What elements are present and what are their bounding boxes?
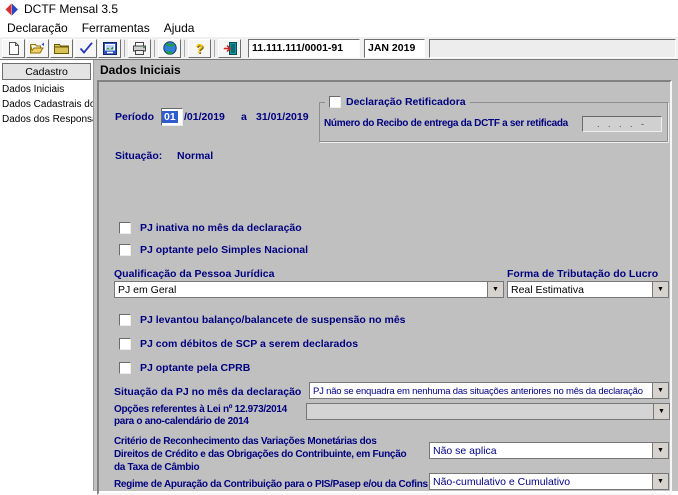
new-document-icon (8, 42, 20, 55)
recibo-field: . . . . - (582, 116, 662, 132)
situacao-label: Situação: (115, 150, 162, 162)
situacao-pj-combo[interactable]: PJ não se enquadra em nenhuma das situaç… (309, 382, 669, 399)
toolbar-separator (214, 40, 215, 57)
print-button[interactable] (128, 39, 151, 58)
criterio-label-line1: Critério de Reconhecimento das Variações… (114, 436, 376, 447)
toolbar-separator (184, 40, 185, 57)
internet-button[interactable] (158, 39, 181, 58)
sidebar-header-cadastro[interactable]: Cadastro (2, 63, 91, 80)
menu-declaracao[interactable]: Declaração (0, 19, 75, 37)
open-folder-icon (30, 42, 45, 54)
chevron-down-icon[interactable]: ▼ (652, 474, 668, 489)
forma-tributacao-value: Real Estimativa (508, 282, 652, 297)
new-declaration-button[interactable] (2, 39, 25, 58)
periodo-to-label: a (241, 111, 247, 123)
pj-scp-checkbox[interactable] (119, 338, 131, 350)
sidebar-item-dados-iniciais[interactable]: Dados Iniciais (0, 83, 93, 98)
chevron-down-icon[interactable]: ▼ (653, 404, 669, 419)
regime-label: Regime de Apuração da Contribuição para … (114, 479, 428, 490)
criterio-label-line2: Direitos de Crédito e das Obrigações do … (114, 449, 406, 460)
forma-tributacao-combo[interactable]: Real Estimativa ▼ (507, 281, 669, 298)
periodo-day-input[interactable]: 01 (161, 108, 183, 126)
app-logo-icon (5, 3, 18, 16)
chevron-down-icon[interactable]: ▼ (652, 282, 668, 297)
pj-inativa-label: PJ inativa no mês da declaração (140, 222, 302, 234)
pj-balanco-label: PJ levantou balanço/balancete de suspens… (140, 314, 406, 326)
app-window: DCTF Mensal 3.5 Declaração Ferramentas A… (0, 0, 678, 491)
criterio-value: Não se aplica (430, 443, 652, 458)
menu-ajuda[interactable]: Ajuda (157, 19, 202, 37)
exit-door-icon (223, 42, 237, 55)
toolbar: ? 11.111.111/0001-91 JAN 2019 (0, 37, 678, 60)
transmit-button[interactable] (98, 39, 121, 58)
chevron-down-icon[interactable]: ▼ (487, 282, 503, 297)
pj-cprb-checkbox[interactable] (119, 362, 131, 374)
globe-icon (163, 41, 177, 55)
printer-icon (132, 42, 147, 55)
menubar: Declaração Ferramentas Ajuda (0, 18, 678, 37)
criterio-combo[interactable]: Não se aplica ▼ (429, 442, 669, 459)
exit-button[interactable] (218, 39, 241, 58)
sidebar: Cadastro Dados Iniciais Dados Cadastrais… (0, 60, 94, 491)
checkmark-icon (79, 42, 93, 54)
retificadora-groupbox: Declaração Retificadora Número do Recibo… (319, 102, 668, 142)
pj-scp-label: PJ com débitos de SCP a serem declarados (140, 338, 358, 350)
situacao-pj-label: Situação da PJ no mês da declaração (114, 386, 301, 398)
window-title: DCTF Mensal 3.5 (24, 2, 118, 16)
page-title: Dados Iniciais (100, 63, 181, 77)
opcoes-lei-label-line1: Opções referentes à Lei nº 12.973/2014 (114, 404, 287, 415)
retificadora-title: Declaração Retificadora (325, 96, 470, 108)
toolbar-separator (124, 40, 125, 57)
sidebar-item-dados-cadastrais[interactable]: Dados Cadastrais do E (0, 98, 93, 113)
toolbar-filler (429, 39, 676, 58)
pj-simples-label: PJ optante pelo Simples Nacional (140, 244, 308, 256)
qualificacao-label: Qualificação da Pessoa Jurídica (114, 268, 275, 280)
menu-ferramentas[interactable]: Ferramentas (75, 19, 157, 37)
forma-tributacao-label: Forma de Tributação do Lucro (507, 268, 658, 280)
opcoes-lei-combo[interactable]: ▼ (306, 403, 670, 420)
chevron-down-icon[interactable]: ▼ (652, 443, 668, 458)
periodo-day-selected-text: 01 (162, 111, 178, 124)
regime-value: Não-cumulativo e Cumulativo (430, 474, 652, 489)
transmit-icon (103, 42, 117, 55)
criterio-label-line3: da Taxa de Câmbio (114, 462, 199, 473)
app-body: Cadastro Dados Iniciais Dados Cadastrais… (0, 60, 678, 491)
pj-balanco-checkbox[interactable] (119, 314, 131, 326)
verify-button[interactable] (74, 39, 97, 58)
titlebar: DCTF Mensal 3.5 (0, 0, 678, 18)
qualificacao-combo[interactable]: PJ em Geral ▼ (114, 281, 504, 298)
chevron-down-icon[interactable]: ▼ (652, 383, 668, 398)
toolbar-separator (154, 40, 155, 57)
open-declaration-button[interactable] (26, 39, 49, 58)
sidebar-item-dados-responsaveis[interactable]: Dados dos Responsáv (0, 113, 93, 128)
main-panel: Dados Iniciais Período 01 /01/2019 a 31/… (94, 60, 678, 491)
qualificacao-value: PJ em Geral (115, 282, 487, 297)
situacao-pj-value: PJ não se enquadra em nenhuma das situaç… (310, 383, 652, 398)
pj-simples-checkbox[interactable] (119, 244, 131, 256)
help-icon: ? (196, 42, 204, 55)
period-field: JAN 2019 (364, 39, 425, 58)
recibo-label: Número do Recibo de entrega da DCTF a se… (324, 118, 568, 129)
close-declaration-button[interactable] (50, 39, 73, 58)
closed-folder-icon (54, 43, 69, 54)
situacao-value: Normal (177, 150, 213, 162)
cnpj-field: 11.111.111/0001-91 (248, 39, 360, 58)
opcoes-lei-label-line2: para o ano-calendário de 2014 (114, 416, 249, 427)
retificadora-checkbox-label: Declaração Retificadora (346, 96, 466, 108)
periodo-end-date: 31/01/2019 (256, 111, 309, 123)
help-button[interactable]: ? (188, 39, 211, 58)
dados-iniciais-frame: Período 01 /01/2019 a 31/01/2019 Declara… (97, 80, 672, 495)
pj-cprb-label: PJ optante pela CPRB (140, 362, 250, 374)
periodo-date-rest: /01/2019 (184, 111, 225, 123)
periodo-label: Período (115, 111, 154, 123)
pj-inativa-checkbox[interactable] (119, 222, 131, 234)
regime-combo[interactable]: Não-cumulativo e Cumulativo ▼ (429, 473, 669, 490)
retificadora-checkbox[interactable] (329, 96, 341, 108)
opcoes-lei-value (307, 404, 653, 419)
